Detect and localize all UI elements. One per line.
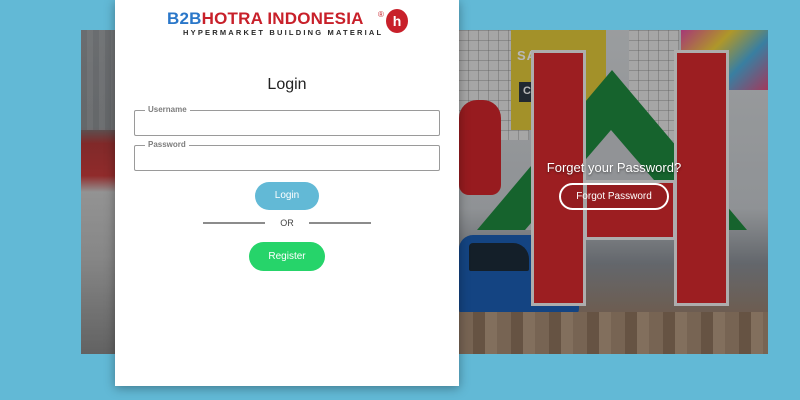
username-input[interactable] [143,117,431,133]
password-input[interactable] [143,152,431,168]
register-button[interactable]: Register [249,242,325,271]
or-divider: OR [203,218,371,231]
username-label: Username [145,105,190,114]
username-field[interactable]: Username [134,105,440,136]
login-card: B2BHOTRA INDONESIA ® h HYPERMARKET BUILD… [115,0,459,386]
brand-logo-badge-icon: h [386,9,408,33]
divider-line [203,222,265,224]
forgot-password-text: Forget your Password? [546,160,682,175]
or-text: OR [280,218,294,228]
forgot-password-button[interactable]: Forgot Password [559,183,669,210]
brand-logo-registered-mark: ® [378,10,384,19]
login-title: Login [267,76,307,93]
login-button[interactable]: Login [255,182,319,210]
brand-logo-tagline: HYPERMARKET BUILDING MATERIAL [183,28,384,37]
forgot-password-panel: Forget your Password? Forgot Password [460,160,768,210]
divider-line [309,222,371,224]
brand-logo-name: HOTRA INDONESIA [201,9,364,28]
brand-logo-wordmark: B2BHOTRA INDONESIA [167,9,364,29]
password-field[interactable]: Password [134,140,440,171]
brand-logo: B2BHOTRA INDONESIA ® h HYPERMARKET BUILD… [167,9,412,41]
brand-logo-b2b: B2B [167,9,202,28]
password-label: Password [145,140,189,149]
